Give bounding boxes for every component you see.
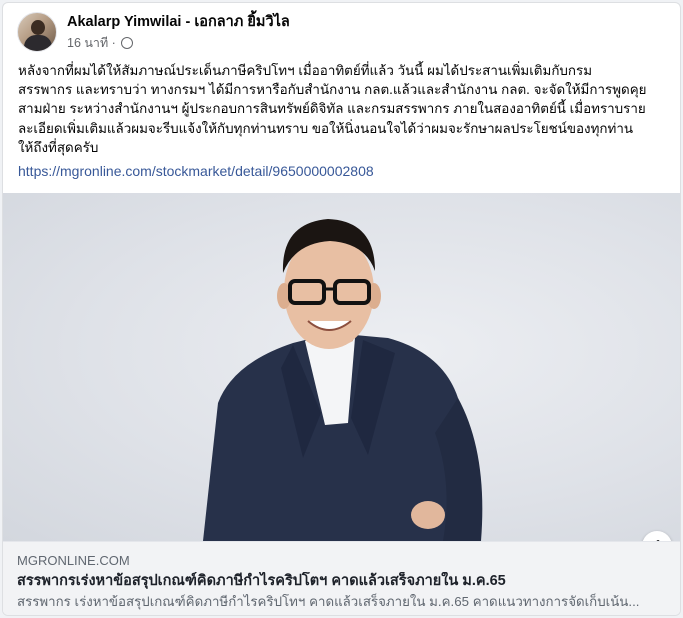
preview-description: สรรพากร เร่งหาข้อสรุปเกณฑ์คิดภาษีกำไรคริ… — [17, 594, 640, 609]
post-timestamp[interactable]: 16 นาที · — [67, 35, 116, 52]
link-preview[interactable]: MGRONLINE.COM สรรพากรเร่งหาข้อสรุปเกณฑ์ค… — [3, 541, 680, 615]
author-name[interactable]: Akalarp Yimwilai - เอกลาภ ยิ้มวิไล — [67, 13, 290, 31]
author-avatar[interactable] — [17, 12, 57, 52]
preview-headline[interactable]: สรรพากรเร่งหาข้อสรุปเกณฑ์คิดภาษีกำไรคริป… — [17, 572, 668, 591]
globe-icon — [120, 37, 133, 49]
post-header: Akalarp Yimwilai - เอกลาภ ยิ้มวิไล 16 นา… — [17, 12, 290, 52]
person-photo — [203, 219, 483, 541]
post-body-text: หลังจากที่ผมได้ให้สัมภาษณ์ประเด็นภาษีคริ… — [18, 63, 647, 155]
preview-domain: MGRONLINE.COM — [17, 553, 130, 568]
post-timestamp-row: 16 นาที · — [67, 35, 290, 52]
post-link[interactable]: https://mgronline.com/stockmarket/detail… — [18, 163, 374, 179]
link-preview-image[interactable]: i — [3, 193, 680, 541]
post-card: Akalarp Yimwilai - เอกลาภ ยิ้มวิไล 16 นา… — [2, 2, 681, 616]
